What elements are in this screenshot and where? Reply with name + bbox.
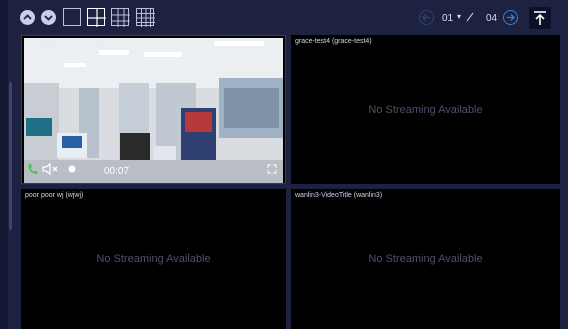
panel-title: facearkt大门口 (facearktest1)	[26, 41, 117, 48]
fullscreen-icon[interactable]	[267, 164, 277, 177]
total-pages: 04	[486, 13, 498, 24]
current-page: 01	[442, 13, 454, 24]
video-panel-4[interactable]: wanlin3-VideoTitle (wanlin3) No Streamin…	[291, 189, 560, 329]
left-scrollbar[interactable]	[9, 82, 12, 230]
panel-title: wanlin3-VideoTitle (wanlin3)	[295, 192, 383, 199]
layout-3x3-button[interactable]	[111, 8, 130, 27]
panel-title: grace-test4 (grace-test4)	[295, 38, 372, 45]
video-panel-3[interactable]: poor poor wj (wjwj) No Streaming Availab…	[21, 189, 286, 329]
upload-button[interactable]	[529, 7, 551, 29]
upload-icon	[534, 11, 546, 25]
video-panel-1[interactable]: 00:07 facearkt大门口 (facearktest1)	[21, 35, 286, 184]
playback-controls: 00:07	[24, 161, 283, 183]
video-panel-2[interactable]: grace-test4 (grace-test4) No Streaming A…	[291, 35, 560, 184]
no-stream-message: No Streaming Available	[368, 253, 483, 265]
prev-page-button[interactable]	[419, 10, 434, 25]
video-feed[interactable]: 00:07	[24, 38, 283, 183]
chevron-down-icon[interactable]	[41, 10, 56, 25]
speaker-muted-icon[interactable]	[42, 162, 60, 178]
layout-1x1-button[interactable]	[63, 8, 81, 26]
layout-4x4-button[interactable]	[136, 8, 155, 27]
chevron-up-icon[interactable]	[20, 10, 35, 25]
page-dropdown-arrow[interactable]: ▾	[457, 12, 461, 21]
no-stream-message: No Streaming Available	[96, 253, 211, 265]
no-stream-message: No Streaming Available	[368, 103, 483, 116]
toolbar: 01 ▾ 04	[14, 0, 564, 36]
layout-2x2-button[interactable]	[87, 8, 106, 27]
next-page-button[interactable]	[503, 10, 518, 25]
page-separator	[466, 12, 474, 25]
phone-icon[interactable]	[27, 163, 38, 178]
record-indicator	[68, 165, 76, 176]
left-rail	[0, 0, 8, 329]
playback-time: 00:07	[104, 166, 130, 177]
app-frame: 01 ▾ 04 00:07 facearkt大门口 (facearktest1)…	[0, 0, 568, 329]
panel-title: poor poor wj (wjwj)	[25, 192, 84, 199]
